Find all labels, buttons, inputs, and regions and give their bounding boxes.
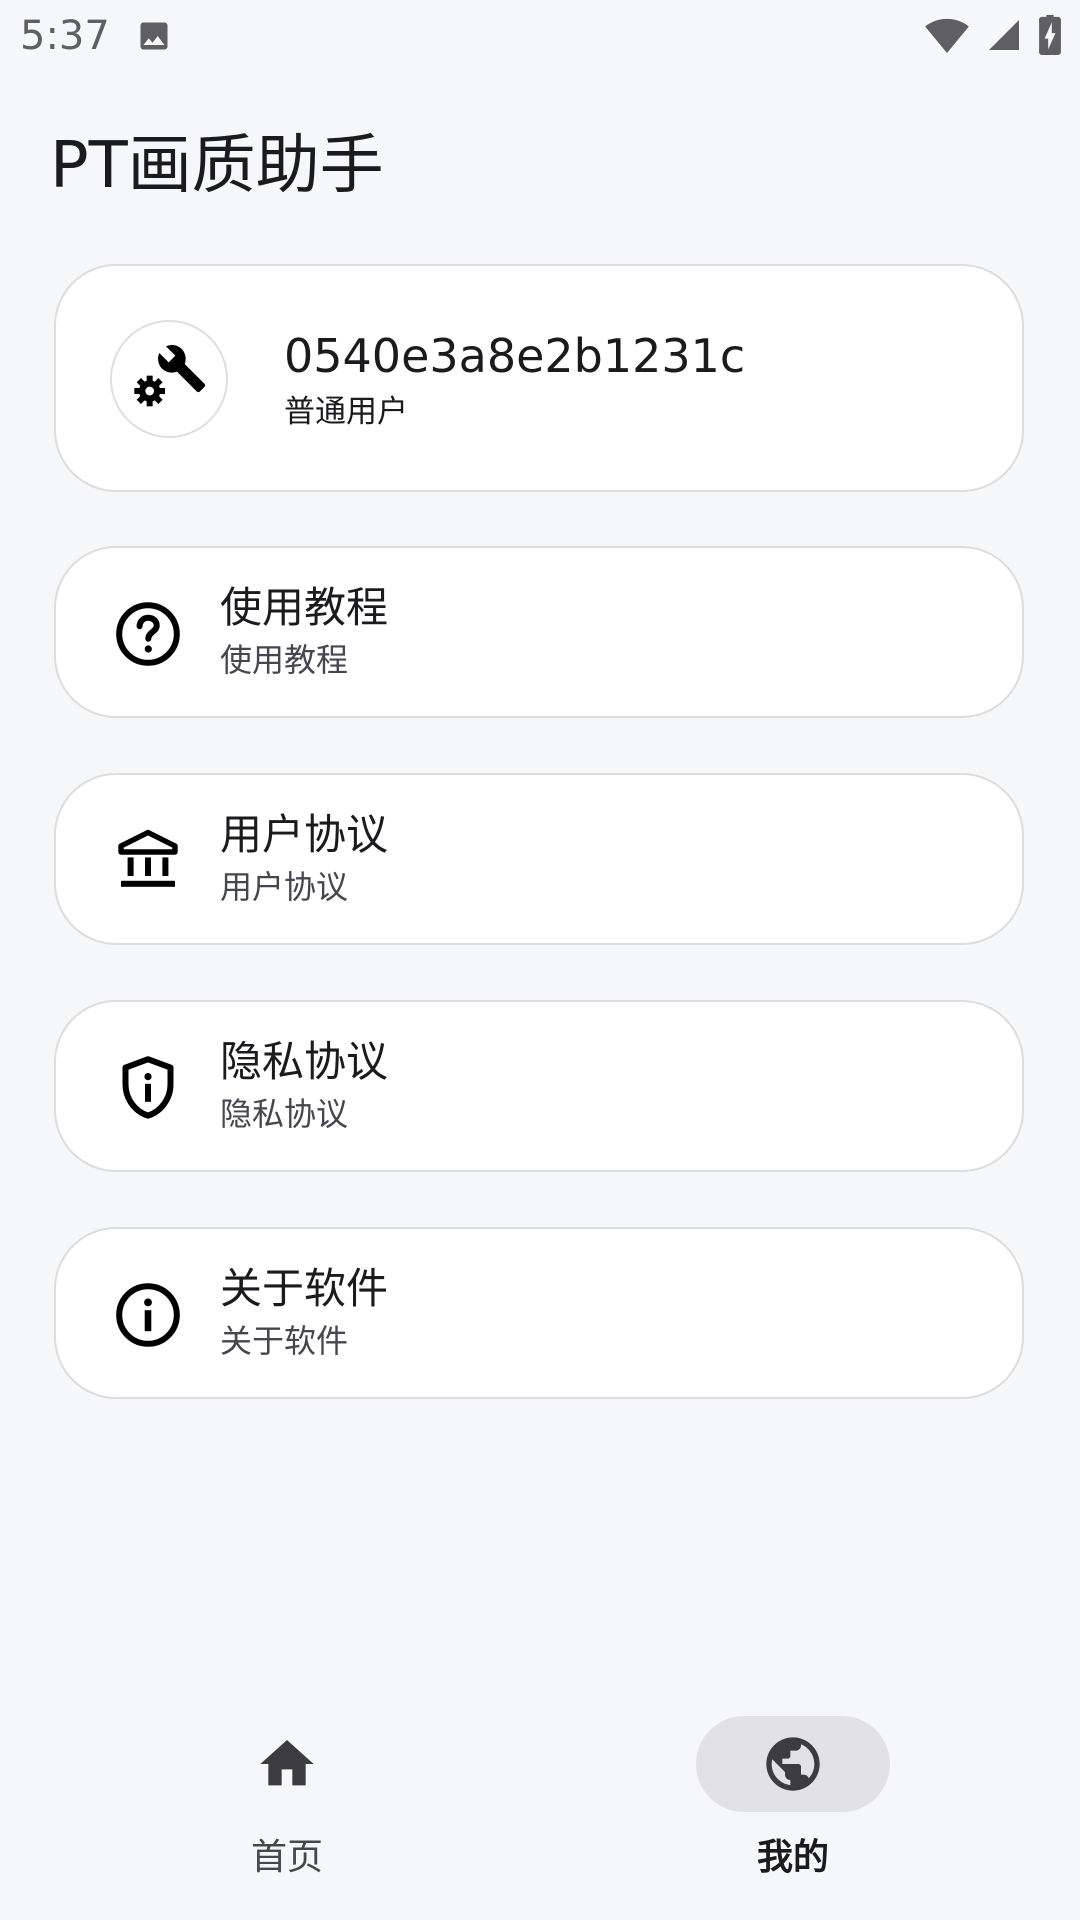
nav-label-mine: 我的 [756, 1837, 829, 1878]
menu-item-subtitle: 使用教程 [220, 641, 349, 679]
nav-item-mine[interactable]: 我的 [643, 1690, 943, 1890]
user-id: 0540e3a8e2b1231c [284, 329, 746, 383]
status-time: 5:37 [20, 13, 110, 59]
menu-item-title: 关于软件 [220, 1264, 389, 1313]
user-role: 普通用户 [284, 394, 408, 430]
menu-item-title: 隐私协议 [220, 1037, 389, 1086]
menu-item-tutorial[interactable]: 使用教程 使用教程 [54, 546, 1024, 718]
bottom-nav: 首页 我的 [0, 1690, 1080, 1920]
menu-item-subtitle: 用户协议 [220, 868, 349, 906]
menu-item-privacy-policy[interactable]: 隐私协议 隐私协议 [54, 1000, 1024, 1172]
menu-item-about[interactable]: 关于软件 关于软件 [54, 1227, 1024, 1399]
menu-item-user-agreement[interactable]: 用户协议 用户协议 [54, 773, 1024, 945]
menu-item-title: 用户协议 [220, 810, 389, 859]
page-title: PT画质助手 [50, 129, 384, 203]
globe-icon [766, 1737, 820, 1791]
home-icon [260, 1740, 314, 1786]
info-icon [116, 1283, 180, 1347]
wifi-icon [925, 18, 969, 54]
menu-item-subtitle: 隐私协议 [220, 1095, 349, 1133]
menu-item-subtitle: 关于软件 [220, 1322, 349, 1360]
tools-gear-icon [134, 345, 206, 407]
nav-item-home[interactable]: 首页 [137, 1690, 437, 1890]
battery-charging-icon [1039, 15, 1061, 55]
nav-label-home: 首页 [250, 1837, 323, 1878]
shield-info-icon [122, 1056, 174, 1119]
bank-icon [118, 829, 178, 887]
help-circle-icon [116, 602, 180, 666]
avatar[interactable] [110, 320, 228, 438]
profile-card[interactable]: 0540e3a8e2b1231c 普通用户 [54, 264, 1024, 492]
image-icon [140, 22, 168, 50]
signal-icon [989, 20, 1019, 50]
status-bar: 5:37 [0, 0, 1080, 72]
menu-item-title: 使用教程 [220, 583, 389, 632]
status-icons [924, 14, 1062, 56]
